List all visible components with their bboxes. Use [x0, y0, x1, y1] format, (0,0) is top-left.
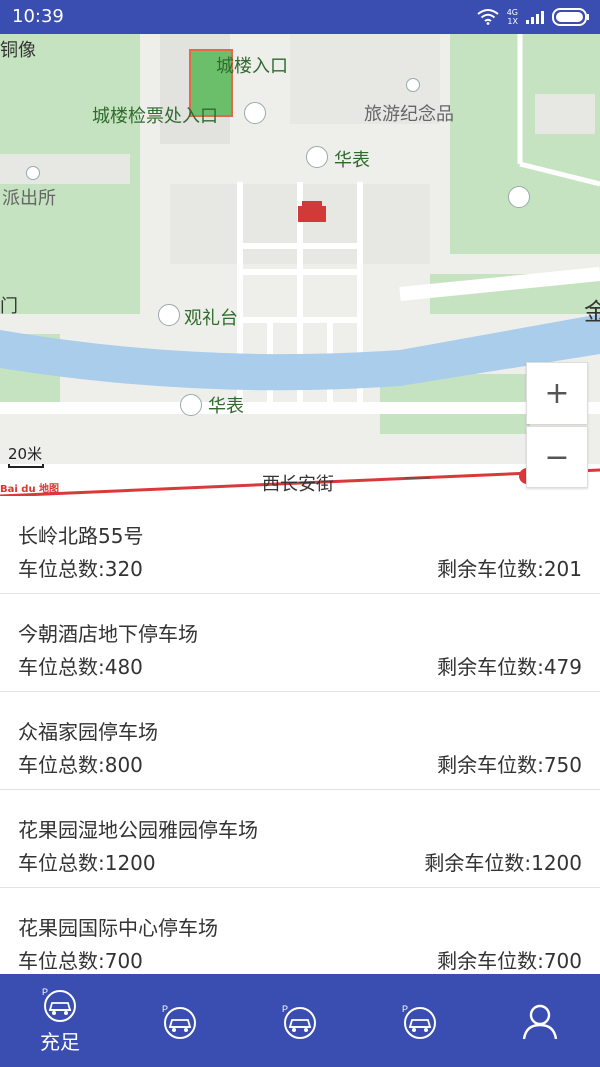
tab-4[interactable]: P: [360, 974, 480, 1067]
parking-car-icon: P: [402, 1004, 436, 1039]
dot-icon: [406, 78, 420, 92]
baidu-logo: Bai du 地图: [0, 484, 60, 495]
poi-police[interactable]: 派出所: [2, 184, 56, 210]
status-time: 10:39: [12, 6, 64, 27]
parking-car-icon: P: [42, 987, 76, 1022]
street-label: 西长安街: [262, 474, 334, 495]
landmark-icon: [180, 394, 202, 416]
poi-men[interactable]: 门: [0, 292, 18, 318]
parking-remaining: 剩余车位数:201: [437, 557, 582, 581]
landmark-icon: [158, 304, 180, 326]
map-base: [0, 34, 600, 496]
poi-souvenir[interactable]: 旅游纪念品: [364, 100, 454, 126]
parking-total: 车位总数:1200: [18, 851, 156, 875]
svg-text:P: P: [162, 1004, 168, 1014]
parking-remaining: 剩余车位数:700: [437, 949, 582, 973]
map-view[interactable]: 铜像 城楼入口 城楼检票处入口 旅游纪念品 华表 派出所 门 观礼台 华表 西长…: [0, 34, 600, 496]
landmark-icon: [306, 146, 328, 168]
poi-ticket-entrance[interactable]: 城楼检票处入口: [92, 102, 218, 128]
tab-label: 充足: [40, 1030, 80, 1054]
parking-name: 花果园湿地公园雅园停车场: [18, 818, 258, 842]
bottom-nav: P 充足 P P P: [0, 974, 600, 1067]
parking-total: 车位总数:700: [18, 949, 143, 973]
poi-huabiao-1[interactable]: 华表: [334, 146, 370, 172]
entrance-icon: [244, 102, 266, 124]
dot-icon: [26, 166, 40, 180]
parking-name: 长岭北路55号: [18, 524, 144, 548]
status-bar: 10:39 4G 1X: [0, 0, 600, 34]
signal-indicator: 4G 1X: [507, 8, 518, 26]
parking-total: 车位总数:480: [18, 655, 143, 679]
list-item[interactable]: 众福家园停车场 车位总数:800 剩余车位数:750: [0, 692, 600, 790]
svg-text:P: P: [42, 987, 48, 997]
zoom-in-button[interactable]: +: [526, 362, 588, 424]
poi-guanlitai[interactable]: 观礼台: [184, 304, 238, 330]
tab-3[interactable]: P: [240, 974, 360, 1067]
parking-car-icon: P: [162, 1004, 196, 1039]
poi-huabiao-2[interactable]: 华表: [208, 392, 244, 418]
user-icon: [522, 1004, 558, 1039]
parking-name: 花果园国际中心停车场: [18, 916, 218, 940]
tab-profile[interactable]: [480, 974, 600, 1067]
parking-remaining: 剩余车位数:750: [437, 753, 582, 777]
parking-remaining: 剩余车位数:479: [437, 655, 582, 679]
tab-2[interactable]: P: [120, 974, 240, 1067]
zoom-out-button[interactable]: −: [526, 426, 588, 488]
parking-total: 车位总数:320: [18, 557, 143, 581]
list-item[interactable]: 花果园湿地公园雅园停车场 车位总数:1200 剩余车位数:1200: [0, 790, 600, 888]
map-scale-label: 20米: [8, 445, 43, 463]
wifi-icon: [477, 9, 499, 25]
svg-text:P: P: [282, 1004, 288, 1014]
parking-total: 车位总数:800: [18, 753, 143, 777]
poi-jin: 金: [584, 298, 600, 326]
tab-chongzu[interactable]: P 充足: [0, 974, 120, 1067]
network-type-bottom: 1X: [507, 17, 518, 26]
network-type-top: 4G: [506, 8, 518, 17]
svg-text:P: P: [402, 1004, 408, 1014]
battery-icon: [552, 8, 589, 26]
list-item[interactable]: 今朝酒店地下停车场 车位总数:480 剩余车位数:479: [0, 594, 600, 692]
toilet-icon: [508, 186, 530, 208]
parking-list[interactable]: 长岭北路55号 车位总数:320 剩余车位数:201 今朝酒店地下停车场 车位总…: [0, 496, 600, 974]
parking-car-icon: P: [282, 1004, 316, 1039]
status-icons: 4G 1X: [477, 7, 590, 27]
parking-remaining: 剩余车位数:1200: [424, 851, 582, 875]
list-item[interactable]: 长岭北路55号 车位总数:320 剩余车位数:201: [0, 496, 600, 594]
list-item[interactable]: 花果园国际中心停车场 车位总数:700 剩余车位数:700: [0, 888, 600, 974]
parking-name: 今朝酒店地下停车场: [18, 622, 198, 646]
signal-icon: [526, 11, 544, 24]
poi-tongxiang[interactable]: 铜像: [0, 36, 36, 62]
map-scale-bar: [8, 464, 44, 468]
parking-name: 众福家园停车场: [18, 720, 158, 744]
poi-chenglou-entrance[interactable]: 城楼入口: [216, 52, 288, 78]
